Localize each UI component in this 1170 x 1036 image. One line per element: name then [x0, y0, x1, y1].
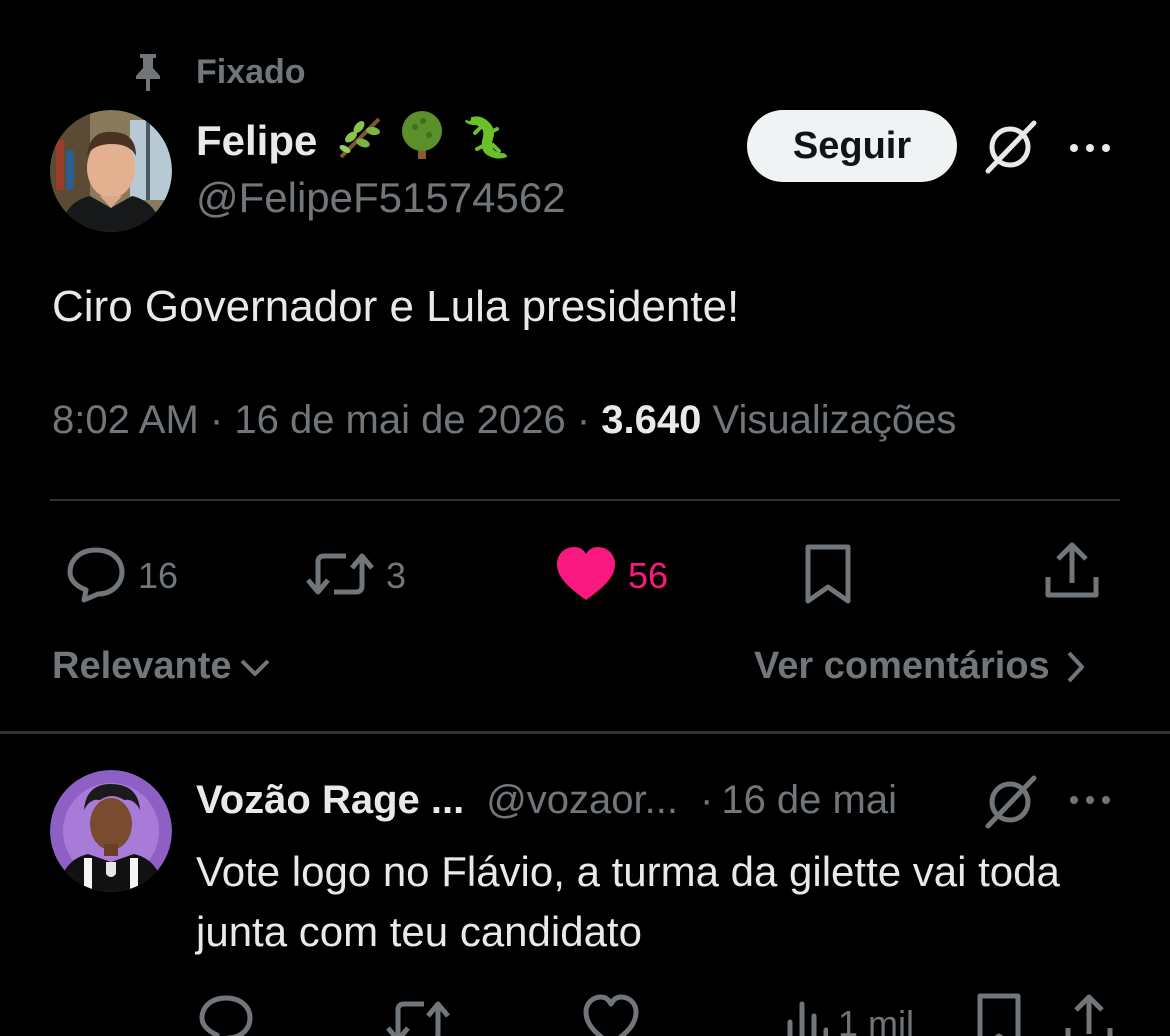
reply-separator: ·: [700, 777, 714, 822]
reply-button[interactable]: 16: [64, 544, 178, 608]
like-count: 56: [628, 555, 669, 596]
grok-icon[interactable]: [980, 772, 1040, 832]
reply-views-count: 1 mil: [838, 1003, 915, 1036]
tweet-time[interactable]: 8:02 AM: [52, 398, 199, 442]
share-icon: [1042, 541, 1102, 608]
divider: [50, 499, 1120, 501]
reply-author-name[interactable]: Vozão Rage ...: [196, 778, 464, 823]
bookmark-icon: [974, 992, 1024, 1036]
author-handle[interactable]: @FelipeF51574562: [196, 174, 566, 222]
reply-views[interactable]: 1 mil: [784, 992, 914, 1036]
share-button[interactable]: [1042, 542, 1102, 606]
reply-reply-button[interactable]: [196, 992, 256, 1036]
heart-icon: [582, 992, 640, 1036]
reply-icon: [64, 544, 128, 609]
reply-text: Vote logo no Flávio, a turma da gilette …: [196, 848, 1060, 955]
reply-bookmark-button[interactable]: [974, 992, 1024, 1036]
meta-separator: ·: [209, 398, 224, 442]
like-button[interactable]: 56: [554, 544, 668, 608]
more-options-icon[interactable]: [1062, 128, 1118, 168]
repost-icon: [304, 544, 376, 609]
chevron-right-icon: [1064, 649, 1086, 685]
reply-avatar[interactable]: [50, 770, 172, 892]
share-icon: [1064, 992, 1114, 1036]
sort-label: Relevante: [52, 645, 232, 687]
grok-icon[interactable]: [980, 117, 1040, 177]
reply-repost-button[interactable]: [386, 992, 450, 1036]
tree-emoji: [395, 109, 449, 173]
views-count: 3.640: [601, 398, 702, 442]
reply-time[interactable]: 16 de mai: [721, 778, 897, 823]
bookmark-button[interactable]: [800, 544, 856, 608]
pin-icon: [128, 52, 168, 92]
herb-emoji: [333, 109, 387, 173]
more-options-icon[interactable]: [1062, 780, 1118, 820]
reply-count: 16: [138, 555, 179, 596]
view-comments-link[interactable]: Ver comentários: [754, 645, 1086, 688]
pinned-indicator: Fixado: [128, 52, 306, 92]
tweet-text: Ciro Governador e Lula presidente!: [52, 282, 740, 331]
divider: [0, 731, 1170, 734]
repost-icon: [386, 992, 450, 1036]
analytics-icon: [784, 992, 829, 1036]
author-name[interactable]: Felipe: [196, 117, 317, 165]
reply-header: Vozão Rage ... @vozaor... · 16 de mai: [196, 776, 897, 824]
reply-share-button[interactable]: [1064, 992, 1114, 1036]
author-avatar[interactable]: [50, 110, 172, 232]
bookmark-icon: [800, 543, 856, 610]
chevron-down-icon: [238, 655, 272, 679]
meta-separator: ·: [576, 398, 591, 442]
sort-dropdown[interactable]: Relevante: [52, 645, 272, 688]
reply-author-handle[interactable]: @vozaor...: [486, 778, 678, 823]
tweet-date[interactable]: 16 de mai de 2026: [234, 398, 565, 442]
tweet-meta: 8:02 AM · 16 de mai de 2026 · 3.640 Visu…: [52, 398, 956, 443]
pinned-label: Fixado: [196, 52, 306, 91]
reply-icon: [196, 992, 256, 1036]
views-label: Visualizações: [712, 398, 957, 442]
author-name-row[interactable]: Felipe: [196, 109, 511, 173]
heart-icon: [554, 544, 618, 609]
repost-count: 3: [386, 555, 407, 596]
lizard-emoji: [457, 109, 511, 173]
view-comments-label: Ver comentários: [754, 645, 1050, 687]
follow-button[interactable]: Seguir: [747, 110, 957, 182]
reply-like-button[interactable]: [582, 992, 640, 1036]
repost-button[interactable]: 3: [304, 544, 406, 608]
